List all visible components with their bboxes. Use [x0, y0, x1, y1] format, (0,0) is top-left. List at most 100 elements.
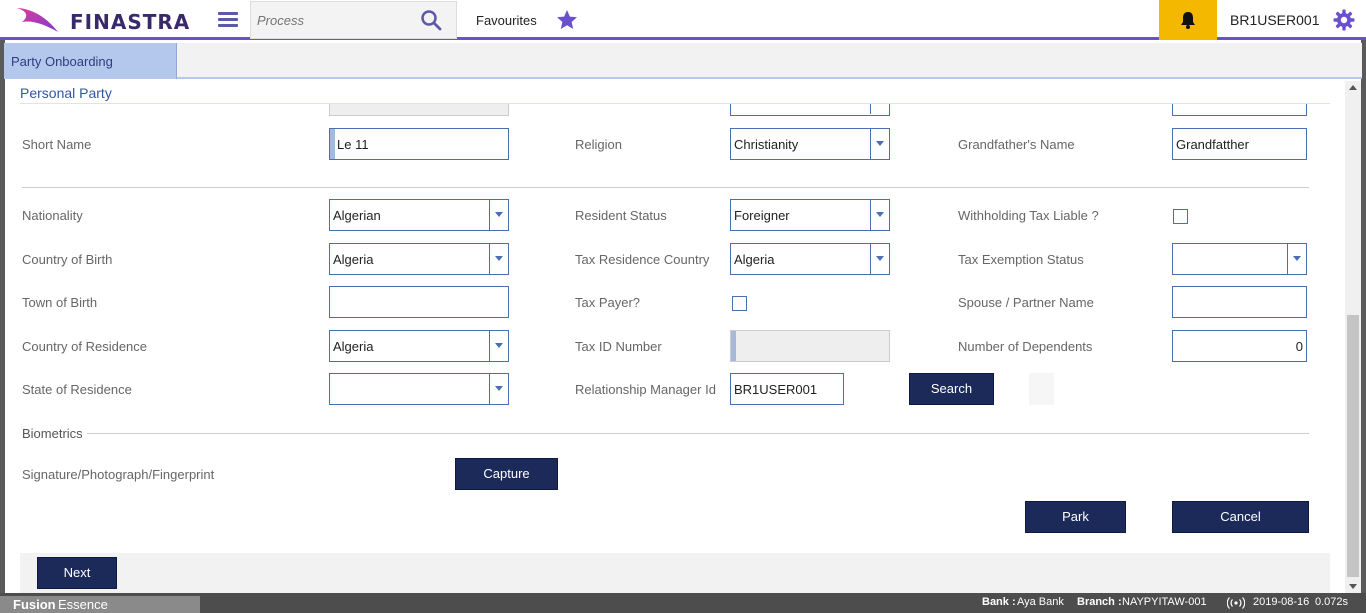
- spouse-name-field[interactable]: [1172, 286, 1307, 318]
- biometrics-title: Biometrics: [22, 426, 83, 441]
- tax-residence-country-select[interactable]: Algeria: [730, 243, 890, 275]
- scroll-down-icon[interactable]: [1349, 584, 1357, 589]
- status-date: 2019-08-16: [1253, 596, 1310, 608]
- tax-residence-country-label: Tax Residence Country: [575, 252, 710, 267]
- tax-id-number-field: [730, 330, 890, 362]
- country-of-residence-value: Algeria: [333, 339, 374, 354]
- state-of-residence-select[interactable]: [329, 373, 509, 405]
- fathers-name-field-cut: [1172, 103, 1307, 116]
- scroll-thumb[interactable]: [1347, 315, 1359, 577]
- town-of-birth-label: Town of Birth: [22, 295, 98, 310]
- brand-name: FINASTRA: [70, 10, 191, 34]
- number-of-dependents-field[interactable]: 0: [1172, 330, 1307, 362]
- chevron-down-icon[interactable]: [489, 244, 508, 274]
- relationship-manager-id-field[interactable]: BR1USER001: [730, 373, 844, 405]
- divider: [22, 187, 1309, 188]
- chevron-down-icon[interactable]: [870, 244, 889, 274]
- withholding-tax-label: Withholding Tax Liable ?: [958, 208, 1099, 223]
- signature-label: Signature/Photograph/Fingerprint: [22, 467, 215, 482]
- town-of-birth-field[interactable]: [329, 286, 509, 318]
- nationality-label: Nationality: [22, 208, 83, 223]
- tax-exemption-status-label: Tax Exemption Status: [958, 252, 1084, 267]
- next-button[interactable]: Next: [37, 557, 117, 589]
- tax-residence-country-value: Algeria: [734, 252, 775, 267]
- bank-label: Bank :: [982, 596, 1016, 608]
- section-divider: [20, 103, 1330, 104]
- search-icon[interactable]: [420, 9, 442, 31]
- spouse-name-label: Spouse / Partner Name: [958, 295, 1094, 310]
- relationship-manager-id-label: Relationship Manager Id: [575, 382, 716, 397]
- resident-status-select[interactable]: Foreigner: [730, 199, 890, 231]
- resident-status-label: Resident Status: [575, 208, 667, 223]
- short-name-field[interactable]: Le 11: [329, 128, 509, 160]
- chevron-down-icon[interactable]: [489, 374, 508, 404]
- tax-payer-checkbox[interactable]: [732, 296, 747, 311]
- notifications-button[interactable]: [1159, 0, 1217, 40]
- country-of-residence-label: Country of Residence: [22, 339, 148, 354]
- tax-exemption-status-select[interactable]: [1172, 243, 1307, 275]
- footer-action-bar: [20, 553, 1330, 593]
- empty-placeholder-box: [1029, 373, 1054, 405]
- status-bar: Fusion Essence Bank : Aya Bank Branch : …: [0, 593, 1366, 613]
- frame-right: [1361, 40, 1366, 593]
- bank-value: Aya Bank: [1017, 596, 1064, 608]
- favourites-link[interactable]: Favourites: [476, 13, 537, 28]
- finastra-logo[interactable]: FINASTRA: [14, 4, 194, 36]
- branch-label: Branch :: [1077, 596, 1122, 608]
- religion-value: Christianity: [734, 137, 799, 152]
- vertical-scrollbar[interactable]: [1345, 81, 1361, 593]
- chevron-down-icon[interactable]: [489, 200, 508, 230]
- number-of-dependents-label: Number of Dependents: [958, 339, 1093, 354]
- country-of-birth-label: Country of Birth: [22, 252, 113, 267]
- user-name[interactable]: BR1USER001: [1230, 12, 1320, 28]
- withholding-tax-checkbox[interactable]: [1173, 209, 1188, 224]
- search-button[interactable]: Search: [909, 373, 994, 405]
- short-name-label: Short Name: [22, 137, 92, 152]
- last-name-field-cut: [329, 103, 509, 116]
- chevron-down-icon[interactable]: [1287, 244, 1306, 274]
- park-button[interactable]: Park: [1025, 501, 1126, 533]
- civil-status-field-cut: [730, 103, 890, 116]
- form-content: Personal Party Short Name Le 11 Religion…: [5, 81, 1345, 593]
- grandfathers-name-value: Grandfatther: [1176, 137, 1249, 152]
- signal-icon: [1227, 597, 1245, 609]
- resident-status-value: Foreigner: [734, 208, 790, 223]
- tax-payer-label: Tax Payer?: [575, 295, 641, 310]
- cancel-button[interactable]: Cancel: [1172, 501, 1309, 533]
- fusion-essence-brand: Fusion Essence: [0, 596, 200, 613]
- branch-value: NAYPYITAW-001: [1122, 596, 1207, 608]
- country-of-birth-value: Algeria: [333, 252, 374, 267]
- relationship-manager-id-value: BR1USER001: [734, 382, 818, 397]
- process-search-input[interactable]: [257, 10, 417, 30]
- grandfathers-name-label: Grandfather's Name: [958, 137, 1075, 152]
- number-of-dependents-value: 0: [1295, 339, 1303, 354]
- menu-icon[interactable]: [218, 12, 238, 28]
- country-of-residence-select[interactable]: Algeria: [329, 330, 509, 362]
- capture-button[interactable]: Capture: [455, 458, 558, 490]
- scroll-up-icon[interactable]: [1349, 85, 1357, 90]
- brand-light: Essence: [58, 597, 108, 612]
- tab-label: Party Onboarding: [11, 54, 113, 69]
- short-name-value: Le 11: [337, 137, 369, 152]
- bell-icon: [1181, 12, 1195, 29]
- country-of-birth-select[interactable]: Algeria: [329, 243, 509, 275]
- finastra-logo-mark: [16, 8, 58, 32]
- top-bar: FINASTRA Favourites BR1USER001: [0, 0, 1366, 40]
- chevron-down-icon[interactable]: [870, 200, 889, 230]
- grandfathers-name-field[interactable]: Grandfatther: [1172, 128, 1307, 160]
- chevron-down-icon[interactable]: [870, 129, 889, 159]
- status-timing: 0.072s: [1315, 596, 1349, 608]
- brand-bold: Fusion: [13, 597, 56, 612]
- biometrics-divider: [87, 433, 1309, 434]
- star-icon[interactable]: [556, 9, 578, 31]
- tax-id-number-label: Tax ID Number: [575, 339, 662, 354]
- tab-party-onboarding[interactable]: Party Onboarding: [4, 43, 177, 79]
- section-title: Personal Party: [20, 85, 112, 101]
- gear-icon[interactable]: [1333, 9, 1355, 31]
- nationality-value: Algerian: [333, 208, 381, 223]
- tab-strip: Party Onboarding: [4, 43, 1362, 79]
- nationality-select[interactable]: Algerian: [329, 199, 509, 231]
- chevron-down-icon[interactable]: [489, 331, 508, 361]
- religion-label: Religion: [575, 137, 622, 152]
- religion-select[interactable]: Christianity: [730, 128, 890, 160]
